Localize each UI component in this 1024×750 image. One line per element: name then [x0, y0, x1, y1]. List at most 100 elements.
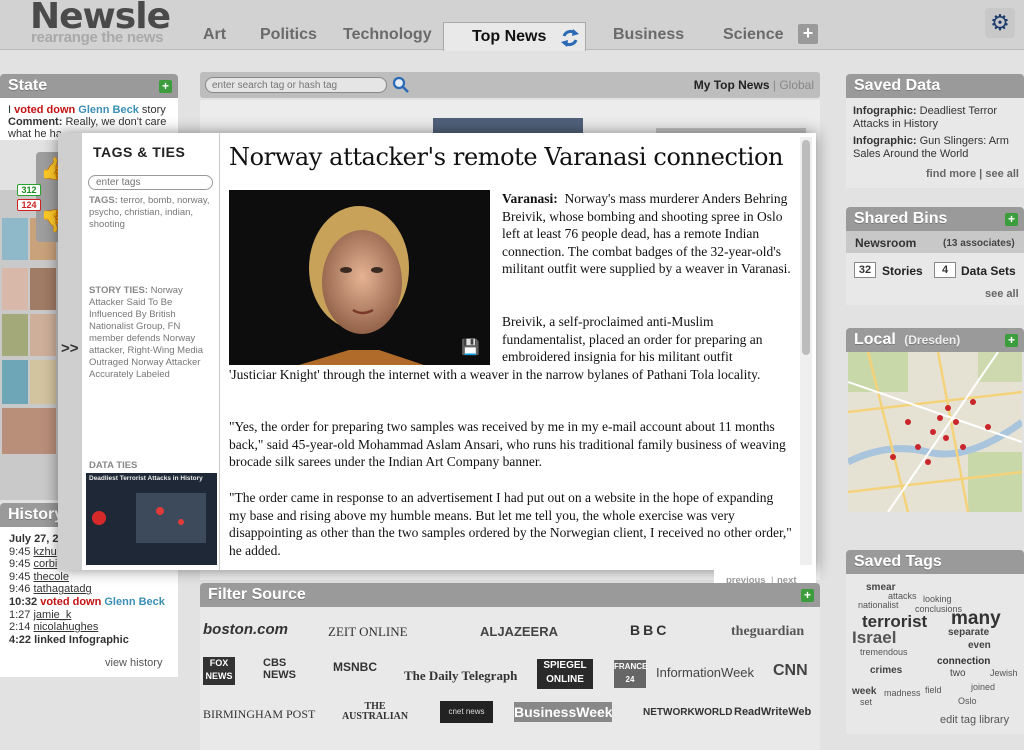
thumbnail-image[interactable] [2, 360, 28, 404]
tag-even[interactable]: even [968, 640, 991, 651]
source-france24[interactable]: FRANCE 24 [614, 660, 647, 688]
news-thumbnail[interactable] [433, 118, 583, 134]
history-target-link[interactable]: Glenn Beck [104, 596, 165, 608]
tag-input[interactable] [88, 175, 213, 190]
source-boston[interactable]: boston.com [203, 621, 288, 638]
local-title: Local [854, 331, 896, 348]
source-informationweek[interactable]: InformationWeek [656, 665, 754, 680]
source-bbc[interactable]: BBC [630, 622, 669, 638]
source-businessweek[interactable]: BusinessWeek [514, 702, 613, 722]
tag-field[interactable]: field [925, 685, 942, 695]
scope-global[interactable]: Global [779, 78, 814, 92]
user-link[interactable]: corbi [33, 558, 57, 570]
state-actor: I [8, 104, 12, 116]
expand-sidebar-button[interactable]: >> [61, 340, 79, 357]
tab-top-news[interactable]: Top News [443, 22, 586, 51]
source-msnbc[interactable]: MSNBC [333, 660, 377, 674]
article-dateline: Varanasi: [502, 191, 558, 206]
tab-science[interactable]: Science [719, 26, 787, 50]
source-fox[interactable]: FOX NEWS [203, 657, 235, 685]
tag-crimes[interactable]: crimes [870, 665, 902, 676]
saved-data-item[interactable]: Infographic: Gun Slingers: Arm Sales Aro… [853, 135, 1021, 161]
source-readwriteweb[interactable]: ReadWriteWeb [734, 706, 811, 718]
source-cnet[interactable]: cnet news [440, 701, 493, 723]
source-telegraph[interactable]: The Daily Telegraph [404, 668, 517, 684]
thumbnail-image[interactable] [30, 314, 56, 356]
thumbnail-image[interactable] [2, 314, 28, 356]
see-all-link[interactable]: see all [985, 168, 1019, 180]
modal-scrollbar-thumb[interactable] [802, 140, 810, 355]
tag-madness[interactable]: madness [884, 688, 921, 698]
thumbnail-image[interactable] [2, 268, 28, 310]
saved-data-item[interactable]: Infographic: Deadliest Terror Attacks in… [853, 105, 1021, 131]
tag-joined[interactable]: joined [971, 682, 995, 692]
user-link[interactable]: tathagatadg [33, 583, 91, 595]
filter-source-header: Filter Source + [200, 583, 820, 607]
article-p2b: 'Justiciar Knight' through the internet … [229, 367, 761, 382]
tag-conclusions[interactable]: conclusions [915, 604, 962, 614]
find-more-link[interactable]: find more [926, 168, 976, 180]
source-aljazeera[interactable]: ALJAZEERA [480, 624, 558, 639]
tab-politics[interactable]: Politics [256, 26, 321, 50]
refresh-icon[interactable] [560, 28, 580, 48]
user-link[interactable]: nicolahughes [33, 621, 98, 633]
source-australian[interactable]: THE AUSTRALIAN [340, 702, 410, 722]
scope-my-top-news[interactable]: My Top News [694, 78, 770, 92]
thumbnail-image[interactable] [30, 268, 56, 310]
datasets-label[interactable]: Data Sets [961, 264, 1016, 278]
bins-see-all-link[interactable]: see all [985, 288, 1019, 300]
story-ties-links[interactable]: Norway Attacker Said To Be Influenced By… [89, 285, 203, 380]
tag-tremendous[interactable]: tremendous [860, 647, 908, 657]
tag-nationalist[interactable]: nationalist [858, 600, 899, 610]
article-p2a: Breivik, a self-proclaimed anti-Muslim f… [502, 314, 763, 365]
story-ties-label: STORY TIES: [89, 285, 148, 296]
source-cbs[interactable]: CBS NEWS [263, 657, 299, 681]
history-row: 10:32 voted down Glenn Beck [9, 595, 165, 608]
tag-connection[interactable]: connection [937, 656, 990, 667]
save-icon[interactable]: 💾 [461, 340, 480, 356]
tag-two[interactable]: two [950, 668, 966, 679]
add-icon[interactable]: + [1005, 334, 1018, 347]
tag-israel[interactable]: Israel [852, 628, 896, 648]
article-p3: "Yes, the order for preparing two sample… [229, 419, 786, 470]
source-spiegel[interactable]: SPIEGEL ONLINE [537, 659, 593, 689]
bin-row[interactable]: Newsroom (13 associates) [846, 231, 1024, 253]
tag-set[interactable]: set [860, 697, 872, 707]
source-networkworld[interactable]: NETWORKWORLD [643, 707, 732, 718]
add-icon[interactable]: + [1005, 213, 1018, 226]
thumbnail-image[interactable] [2, 218, 28, 260]
user-link[interactable]: jamie_k [33, 609, 71, 621]
tab-technology[interactable]: Technology [339, 26, 436, 50]
tag-jewish[interactable]: Jewish [990, 668, 1018, 678]
gear-icon[interactable]: ⚙ [985, 8, 1015, 38]
state-target-link[interactable]: Glenn Beck [78, 104, 139, 116]
user-link[interactable]: thecole [33, 571, 68, 583]
saved-tags-header: Saved Tags [846, 550, 1024, 574]
thumbnail-image[interactable] [2, 408, 56, 454]
add-icon[interactable]: + [159, 80, 172, 93]
edit-tag-library-link[interactable]: edit tag library [940, 714, 1009, 726]
source-birmingham-post[interactable]: BIRMINGHAM POST [203, 707, 315, 722]
tag-separate[interactable]: separate [948, 627, 989, 638]
local-map[interactable] [848, 352, 1022, 512]
tab-business[interactable]: Business [609, 26, 688, 50]
add-tab-button[interactable]: + [798, 24, 818, 44]
source-cnn[interactable]: CNN [773, 662, 808, 680]
view-history-link[interactable]: view history [105, 657, 162, 669]
add-icon[interactable]: + [801, 589, 814, 602]
thumbnail-image[interactable] [30, 360, 56, 404]
search-icon[interactable] [392, 76, 410, 94]
state-action: voted down [14, 104, 76, 116]
source-guardian[interactable]: theguardian [731, 624, 804, 640]
source-zeit[interactable]: ZEIT ONLINE [328, 624, 408, 640]
stories-label[interactable]: Stories [882, 264, 923, 278]
modal-side-strip: >> [58, 133, 82, 570]
search-input[interactable] [205, 77, 387, 93]
data-ties-thumbnail[interactable]: Deadliest Terrorist Attacks in History [86, 473, 217, 565]
tag-week[interactable]: week [852, 686, 876, 697]
tag-looking[interactable]: looking [923, 594, 952, 604]
user-link[interactable]: kzhu [33, 546, 56, 558]
article-p1: Varanasi: Norway's mass murderer Anders … [502, 190, 792, 278]
tab-art[interactable]: Art [199, 26, 230, 50]
tag-oslo[interactable]: Oslo [958, 696, 977, 706]
